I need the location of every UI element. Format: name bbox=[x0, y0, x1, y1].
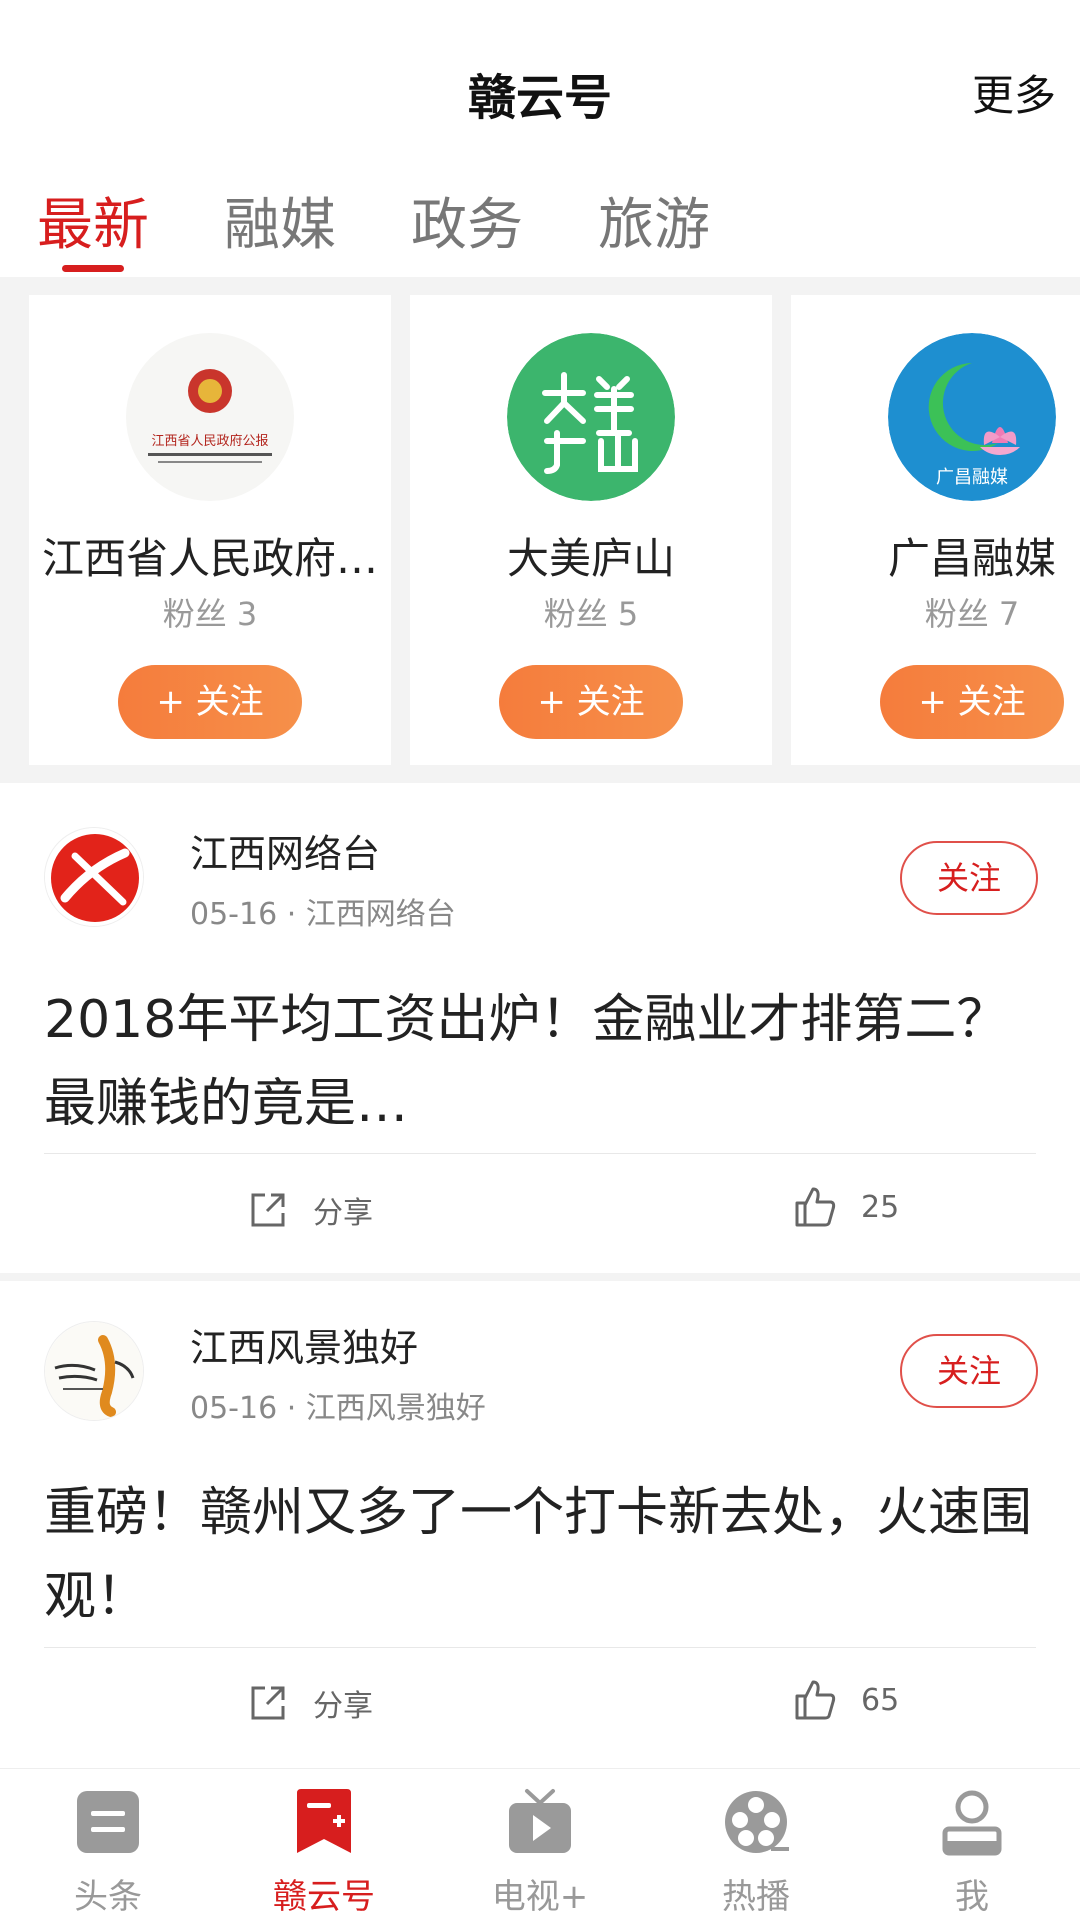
thumbs-up-icon bbox=[795, 1680, 836, 1720]
lushan-avatar bbox=[507, 333, 675, 501]
tab-government[interactable]: 政务 bbox=[411, 180, 523, 261]
user-icon bbox=[942, 1790, 1002, 1856]
tv-icon bbox=[509, 1789, 571, 1853]
header-bar: 赣云号 更多 bbox=[0, 0, 1080, 170]
divider bbox=[44, 1647, 1036, 1648]
follow-button[interactable]: + 关注 bbox=[118, 665, 302, 739]
nav-label: 头条 bbox=[74, 1877, 142, 1917]
nav-label: 热播 bbox=[722, 1877, 790, 1917]
tab-latest[interactable]: 最新 bbox=[37, 180, 149, 261]
share-button[interactable]: 分享 bbox=[247, 1681, 373, 1725]
section-divider bbox=[0, 1273, 1080, 1281]
share-icon bbox=[251, 1686, 285, 1720]
post-meta: 05-16 · 江西网络台 bbox=[190, 897, 456, 932]
recommend-card[interactable]: 江西省人民政府公报 江西省人民政府… 粉丝 3 + 关注 bbox=[29, 295, 391, 765]
bottom-nav: 头条 赣云号 电视+ 热播 我 bbox=[0, 1768, 1080, 1920]
nav-me[interactable]: 我 bbox=[892, 1787, 1052, 1918]
post-title[interactable]: 2018年平均工资出炉！金融业才排第二？最赚钱的竟是… bbox=[44, 978, 1034, 1146]
like-count: 25 bbox=[861, 1189, 900, 1225]
nav-label: 赣云号 bbox=[273, 1877, 375, 1917]
more-button[interactable]: 更多 bbox=[972, 62, 1056, 123]
film-reel-icon bbox=[725, 1791, 789, 1853]
fans-count: 粉丝 3 bbox=[162, 595, 258, 633]
gov-gazette-avatar: 江西省人民政府公报 bbox=[126, 333, 294, 501]
post-title[interactable]: 重磅！赣州又多了一个打卡新去处，火速围观！ bbox=[44, 1471, 1034, 1639]
guangchang-logo-text: 广昌融媒 bbox=[936, 467, 1008, 488]
like-button[interactable]: 25 bbox=[793, 1185, 899, 1229]
feed-card[interactable]: 江西风景独好 05-16 · 江西风景独好 关注 重磅！赣州又多了一个打卡新去处… bbox=[0, 1281, 1080, 1768]
headline-icon bbox=[77, 1791, 139, 1853]
bookmark-add-icon bbox=[297, 1789, 351, 1853]
account-name: 广昌融媒 bbox=[887, 534, 1056, 583]
account-name: 江西省人民政府… bbox=[41, 534, 378, 583]
share-button[interactable]: 分享 bbox=[247, 1188, 373, 1232]
nav-label: 我 bbox=[955, 1877, 989, 1917]
nav-headline[interactable]: 头条 bbox=[28, 1787, 188, 1918]
gazette-logo-text: 江西省人民政府公报 bbox=[151, 434, 268, 449]
tab-active-indicator bbox=[62, 265, 124, 272]
like-count: 65 bbox=[861, 1682, 900, 1718]
like-button[interactable]: 65 bbox=[793, 1678, 899, 1722]
page-title: 赣云号 bbox=[467, 70, 612, 126]
nav-tv[interactable]: 电视+ bbox=[460, 1787, 620, 1918]
recommend-card[interactable]: 广昌融媒 广昌融媒 粉丝 7 + 关注 bbox=[791, 295, 1080, 765]
post-meta: 05-16 · 江西风景独好 bbox=[190, 1391, 486, 1426]
guangchang-avatar: 广昌融媒 bbox=[888, 333, 1056, 501]
author-name[interactable]: 江西网络台 bbox=[190, 823, 380, 878]
category-tabs: 最新 融媒 政务 旅游 bbox=[0, 170, 1080, 275]
jiangxi-scenery-avatar[interactable] bbox=[44, 1321, 144, 1421]
follow-button[interactable]: + 关注 bbox=[499, 665, 683, 739]
account-name: 大美庐山 bbox=[506, 534, 675, 583]
fans-count: 粉丝 7 bbox=[924, 595, 1020, 633]
divider bbox=[44, 1153, 1036, 1154]
follow-button[interactable]: 关注 bbox=[900, 1334, 1038, 1408]
follow-button[interactable]: + 关注 bbox=[880, 665, 1064, 739]
recommended-accounts[interactable]: 江西省人民政府公报 江西省人民政府… 粉丝 3 + 关注 大美庐山 粉丝 5 +… bbox=[0, 277, 1080, 783]
nav-ganyun[interactable]: 赣云号 bbox=[244, 1787, 404, 1918]
share-label: 分享 bbox=[313, 1196, 373, 1231]
thumbs-up-icon bbox=[795, 1187, 836, 1227]
share-label: 分享 bbox=[313, 1689, 373, 1724]
author-name[interactable]: 江西风景独好 bbox=[190, 1317, 418, 1372]
nav-hot[interactable]: 热播 bbox=[676, 1787, 836, 1918]
nav-label: 电视+ bbox=[491, 1877, 589, 1917]
tab-media[interactable]: 融媒 bbox=[224, 180, 336, 261]
fans-count: 粉丝 5 bbox=[543, 595, 639, 633]
recommend-card[interactable]: 大美庐山 粉丝 5 + 关注 bbox=[410, 295, 772, 765]
tab-travel[interactable]: 旅游 bbox=[598, 180, 710, 261]
follow-button[interactable]: 关注 bbox=[900, 841, 1038, 915]
feed-card[interactable]: 江西网络台 05-16 · 江西网络台 关注 2018年平均工资出炉！金融业才排… bbox=[0, 783, 1080, 1273]
jiangxi-network-avatar[interactable] bbox=[44, 827, 144, 927]
share-icon bbox=[251, 1193, 285, 1227]
